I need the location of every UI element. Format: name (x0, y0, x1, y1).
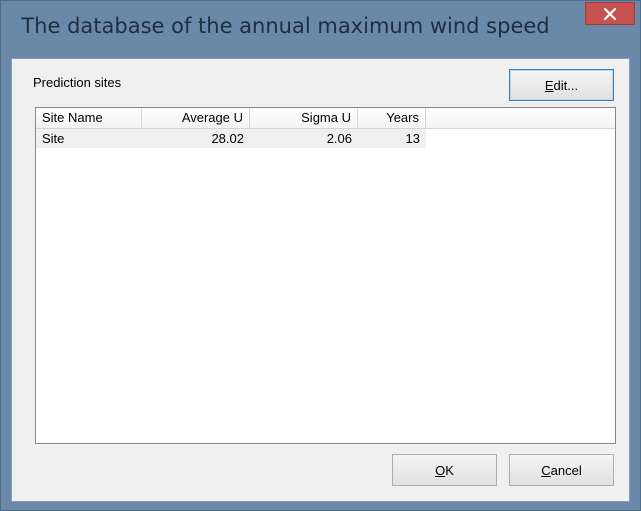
cancel-button[interactable]: Cancel (509, 454, 614, 486)
column-header-filler (426, 108, 615, 128)
dialog-client-area: Prediction sites Edit... Site Name Avera… (11, 58, 630, 502)
edit-button-label: dit... (553, 77, 579, 93)
cell-years: 13 (405, 131, 420, 146)
ok-button[interactable]: OK (392, 454, 497, 486)
sites-list[interactable]: Site Name Average U Sigma U Years Site 2… (35, 107, 616, 444)
cancel-button-accel: C (541, 462, 551, 478)
close-button[interactable] (585, 2, 635, 25)
edit-button-accel: E (544, 77, 554, 93)
table-row[interactable]: Site 28.02 2.06 13 (36, 129, 426, 148)
cancel-button-label: ancel (550, 462, 582, 478)
cell-sigma-u: 2.06 (326, 131, 352, 146)
ok-button-label: K (445, 462, 454, 478)
close-icon (603, 7, 617, 20)
column-header-years[interactable]: Years (358, 108, 426, 128)
ok-button-accel: O (435, 462, 446, 478)
dialog-window: The database of the annual maximum wind … (0, 0, 641, 511)
title-bar[interactable]: The database of the annual maximum wind … (1, 1, 640, 57)
prediction-sites-label: Prediction sites (33, 75, 122, 90)
edit-button[interactable]: Edit... (509, 69, 614, 101)
window-title: The database of the annual maximum wind … (21, 14, 550, 38)
cell-site-name: Site (42, 131, 65, 146)
column-header-average-u[interactable]: Average U (142, 108, 250, 128)
column-header-sigma-u[interactable]: Sigma U (250, 108, 358, 128)
cell-average-u: 28.02 (211, 131, 244, 146)
list-header: Site Name Average U Sigma U Years (36, 108, 615, 129)
column-header-site-name[interactable]: Site Name (36, 108, 142, 128)
